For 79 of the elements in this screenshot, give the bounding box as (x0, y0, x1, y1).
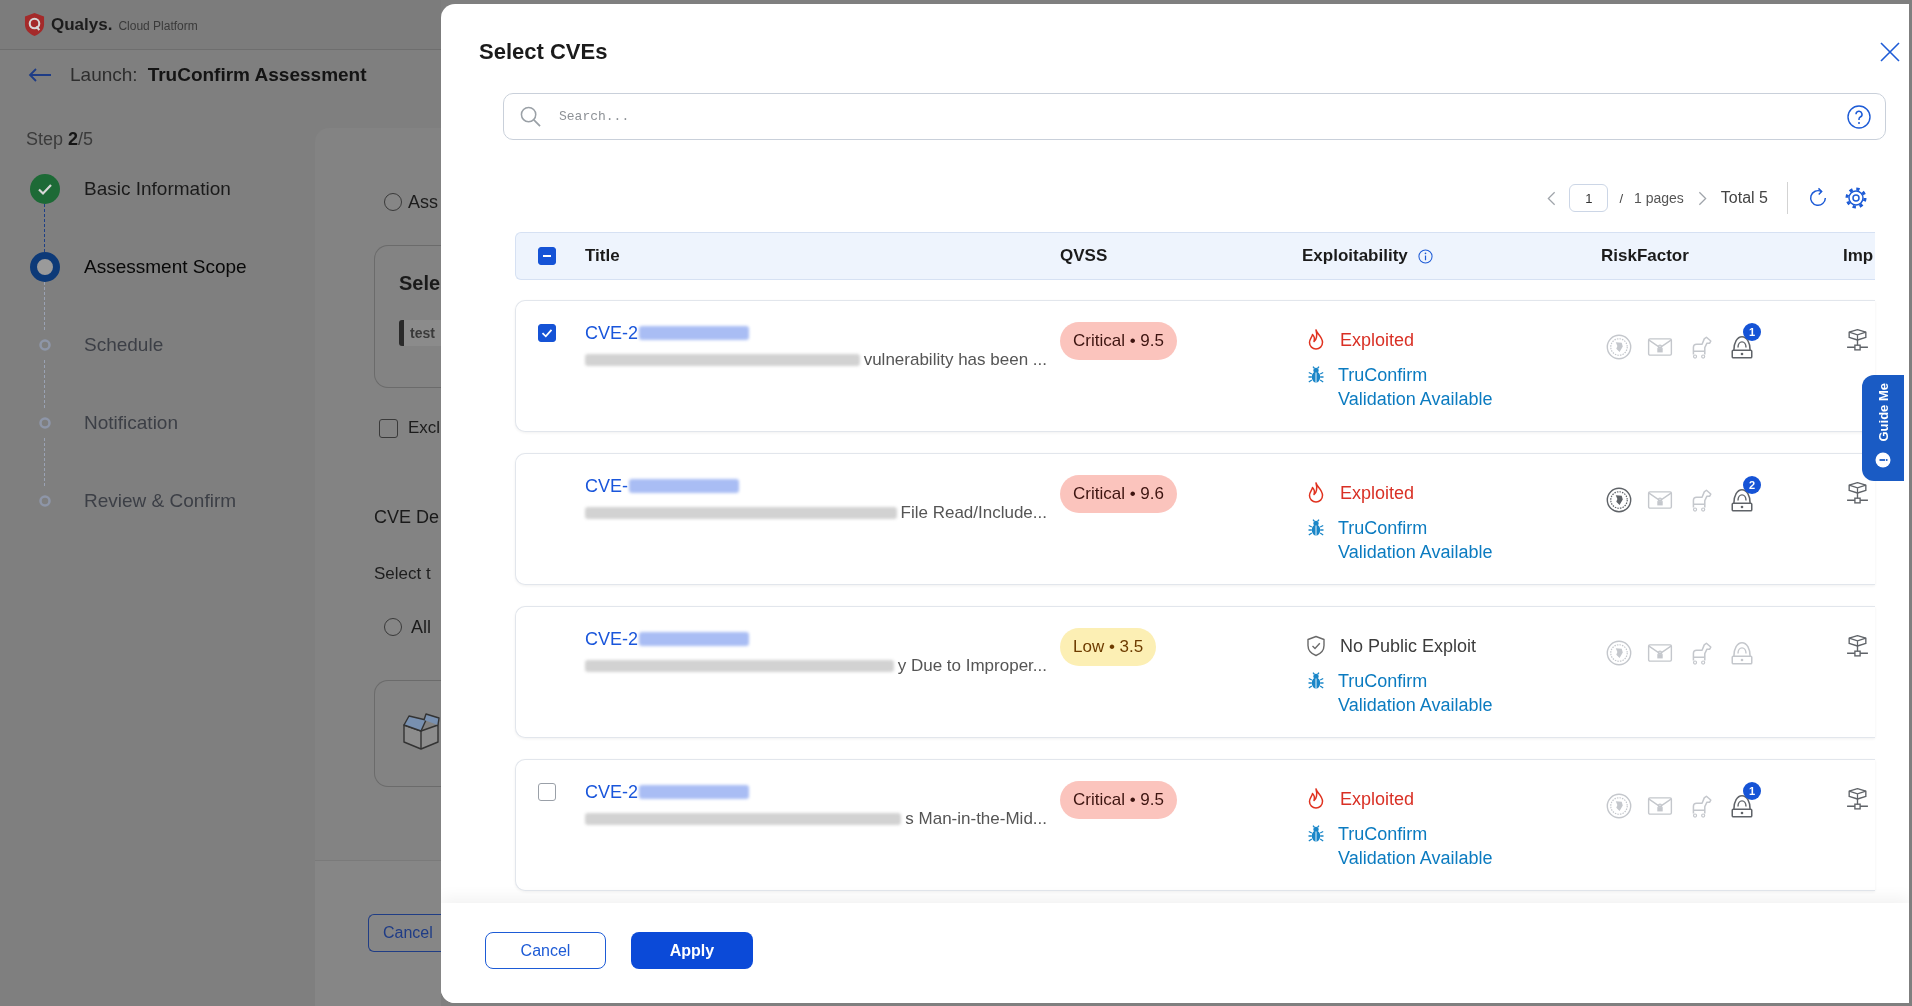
total-count: Total 5 (1720, 189, 1768, 207)
network-node-icon (1845, 481, 1870, 506)
apply-button[interactable]: Apply (631, 932, 753, 969)
exploit-status: No Public Exploit (1340, 635, 1477, 657)
exploit-status: Exploited (1340, 482, 1415, 504)
column-header[interactable]: RiskFactor (1601, 246, 1689, 266)
shield-logo-icon (24, 12, 45, 37)
option-label: Ass (408, 191, 438, 213)
exploit-status: Exploited (1340, 329, 1415, 351)
bug-icon (1308, 519, 1324, 537)
column-header[interactable]: Title (585, 246, 620, 266)
validation-link[interactable]: TruConfirm Validation Available (1338, 822, 1504, 870)
network-node-icon (1845, 634, 1870, 659)
tag-chip: test (399, 320, 441, 346)
cve-description: y Due to Improper... (897, 656, 1047, 676)
exploit-status: Exploited (1340, 788, 1415, 810)
validation-link[interactable]: TruConfirm Validation Available (1338, 669, 1504, 717)
page-number-field[interactable]: 1 (1569, 184, 1609, 212)
bug-icon (1308, 366, 1324, 384)
step-label[interactable]: Assessment Scope (84, 256, 247, 278)
radio-button[interactable] (384, 618, 402, 636)
count-badge: 1 (1743, 323, 1761, 341)
product-name: Cloud Platform (118, 19, 198, 33)
info-icon[interactable] (1417, 248, 1433, 264)
column-header[interactable]: QVSS (1060, 246, 1108, 266)
option-label: All (411, 616, 431, 638)
validation-link[interactable]: TruConfirm Validation Available (1338, 516, 1504, 564)
severity-pill: Critical • 9.5 (1060, 781, 1177, 819)
cve-link[interactable]: CVE- (585, 475, 628, 497)
bug-icon (1308, 825, 1324, 843)
bug-icon (1308, 672, 1324, 690)
check-icon (541, 327, 553, 339)
cve-description: s Man-in-the-Mid... (905, 809, 1047, 829)
count-badge: 2 (1743, 476, 1761, 494)
section-title: CVE De (374, 506, 441, 529)
count-badge: 1 (1743, 782, 1761, 800)
column-header[interactable]: Exploitability (1302, 246, 1408, 266)
step-counter: Step 2/5 (26, 128, 94, 150)
column-header[interactable]: Imp (1843, 246, 1874, 266)
page-count: 1 pages (1634, 190, 1684, 206)
network-node-icon (1845, 328, 1870, 353)
severity-pill: Critical • 9.6 (1060, 475, 1177, 513)
cve-link[interactable]: CVE-2 (585, 781, 638, 803)
search-field[interactable]: Search... (503, 93, 1886, 140)
dialog-title: Select CVEs (479, 39, 608, 65)
validation-link[interactable]: TruConfirm Validation Available (1338, 363, 1504, 411)
severity-pill: Critical • 9.5 (1060, 322, 1177, 360)
help-icon[interactable] (1847, 104, 1871, 129)
shield-check-icon (1306, 635, 1326, 657)
flame-icon (1306, 329, 1326, 351)
cve-description: File Read/Include... (900, 503, 1047, 523)
settings-icon[interactable] (1844, 186, 1868, 210)
cancel-button[interactable]: Cancel (485, 932, 606, 969)
card-title: Sele (399, 271, 441, 296)
search-icon (520, 106, 541, 127)
flame-icon (1306, 482, 1326, 504)
info-icon (1875, 451, 1891, 468)
row-checkbox[interactable] (538, 324, 556, 342)
cve-link[interactable]: CVE-2 (585, 628, 638, 650)
checkbox[interactable] (379, 418, 398, 438)
refresh-icon[interactable] (1807, 187, 1829, 209)
cve-description: vulnerability has been ... (863, 350, 1047, 370)
radio-button[interactable] (384, 193, 402, 211)
network-node-icon (1845, 787, 1870, 812)
select-all-checkbox[interactable] (538, 247, 556, 265)
launch-label: Launch: (70, 64, 138, 86)
option-label: Excl (408, 418, 441, 438)
flame-icon (1306, 788, 1326, 810)
page-title: TruConfirm Assessment (147, 64, 367, 86)
page-separator: / (1619, 190, 1624, 206)
severity-pill: Low • 3.5 (1060, 628, 1157, 666)
guide-me-tab[interactable]: Guide Me (1862, 375, 1904, 481)
prompt-text: Select t (374, 563, 432, 585)
close-icon[interactable] (1880, 42, 1900, 62)
back-arrow-icon[interactable] (28, 68, 52, 82)
brand-name: Qualys. (51, 14, 113, 35)
cve-link[interactable]: CVE-2 (585, 322, 638, 344)
step-label[interactable]: Basic Information (84, 178, 231, 200)
row-checkbox[interactable] (538, 783, 556, 801)
